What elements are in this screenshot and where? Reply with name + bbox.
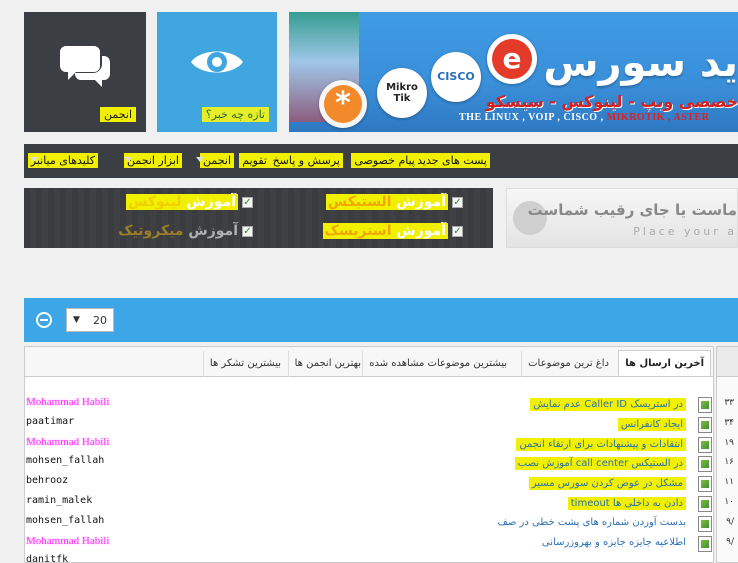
promo-asterisk[interactable]: آموزش استریسک [322, 223, 448, 239]
thread-icon [698, 397, 712, 413]
row-reply-count: ۱۶ [724, 457, 734, 468]
menu-forum[interactable]: انجمن [200, 153, 234, 168]
checkbox-icon: ✓ [452, 226, 463, 237]
chevron-down-icon [124, 157, 132, 162]
banner-slogan: THE LINUX , VOIP , CISCO , MIKROTIK , AS… [459, 112, 710, 123]
row-topic-link[interactable]: ایجاد کانفرانس [617, 417, 686, 431]
widget-header-bar: ▼ 20 [24, 298, 738, 342]
thread-icon [698, 416, 712, 433]
row-topic-link[interactable]: آموزش نصب call center در الستیکس [514, 457, 686, 471]
tab-top-forums[interactable]: بهترین انجمن ها [287, 351, 367, 377]
row-reply-count: ۱۰ [724, 497, 734, 507]
ad-placeholder[interactable]: ماست یا جای رقیب شماست Place your a [506, 188, 738, 248]
forum-tile[interactable]: انجمن [24, 12, 146, 132]
banner-subtitle: خصصی ویپ - لینوکس - سیسکو [485, 92, 738, 111]
thread-icon [698, 456, 712, 473]
asterisk-logo: * [319, 80, 367, 128]
menu-forum-tools[interactable]: ابزار انجمن [123, 153, 182, 168]
cisco-logo: CISCO [431, 52, 481, 102]
promo-elastix[interactable]: آموزش الستیکس [325, 194, 448, 210]
thread-icon [698, 535, 712, 552]
tab-most-viewed[interactable]: بیشترین موضوعات مشاهده شده [362, 351, 513, 377]
main-menu-bar: پست های جدید پیام خصوصی پرسش و پاسخ تقوی… [24, 144, 738, 178]
row-reply-count: ۳۴ [724, 417, 734, 428]
row-username[interactable]: mohsen_fallah [26, 455, 104, 466]
thread-icon [698, 515, 712, 532]
caret-down-icon: ▼ [73, 315, 80, 325]
count-column [716, 346, 738, 563]
checkbox-icon: ✓ [452, 197, 463, 208]
promo-row-1: آموزش الستیکس ✓ [325, 194, 463, 210]
forum-tile-label[interactable]: انجمن [100, 107, 136, 122]
menu-private-messages[interactable]: پیام خصوصی [351, 153, 418, 168]
row-reply-count: ۹/ [726, 516, 734, 527]
row-username[interactable]: Mohammad Habili [26, 396, 109, 408]
row-topic-link[interactable]: اطلاعیه جایزه جایزه و بهروزرسانی [542, 537, 686, 548]
site-banner[interactable]: * Mikro Tik CISCO e ید سورس خصصی ویپ - ل… [289, 12, 738, 132]
row-topic-link[interactable]: عدم نمایش Caller ID در استریسک [530, 398, 686, 411]
tab-most-thanked[interactable]: بیشترین تشکر ها [202, 351, 287, 377]
tab-hot-topics[interactable]: داغ ترین موضوعات [521, 351, 615, 377]
promo-mikrotik-row: آموزش میکروتیک ✓ [118, 223, 253, 239]
promo-linux-row: آموزش لینوکس ✓ [126, 194, 253, 210]
row-reply-count: ۹/ [726, 536, 734, 547]
chevron-down-icon [30, 157, 38, 162]
mikrotik-logo: Mikro Tik [377, 68, 427, 118]
row-topic-link[interactable]: بدست آوردن شماره های پشت خطی در صف [497, 517, 686, 528]
checkbox-icon: ✓ [242, 226, 253, 237]
row-username[interactable]: behrooz [26, 475, 68, 486]
row-topic-link[interactable]: timeout دادن به داخلی ها [567, 497, 686, 510]
chevron-down-icon [196, 157, 204, 162]
row-username[interactable]: Mohammad Habili [26, 535, 109, 547]
row-reply-count: ۳۳ [724, 398, 734, 408]
thread-icon [698, 476, 712, 493]
row-username[interactable]: paatimar [26, 416, 74, 427]
row-reply-count: ۱۹ [724, 437, 734, 448]
elastix-logo: e [487, 34, 537, 84]
panel-tabs: آخرین ارسال ها داغ ترین موضوعات بیشترین … [25, 347, 713, 377]
thread-icon [698, 496, 712, 512]
ad-line-2: Place your a [633, 225, 737, 238]
tab-latest-posts[interactable]: آخرین ارسال ها [618, 350, 711, 376]
whats-new-tile-label[interactable]: تازه چه خبر؟ [201, 107, 269, 122]
menu-new-posts[interactable]: پست های جدید [414, 153, 490, 168]
checkbox-icon: ✓ [242, 197, 253, 208]
ad-line-1: ماست یا جای رقیب شماست [527, 201, 737, 219]
latest-posts-panel: آخرین ارسال ها داغ ترین موضوعات بیشترین … [24, 346, 714, 563]
eye-icon [191, 51, 243, 73]
row-topic-link[interactable]: مشکل در عوض کردن سورس مسیر [528, 477, 686, 491]
row-reply-count: ۱۱ [724, 477, 734, 488]
menu-q-and-a[interactable]: پرسش و پاسخ [269, 153, 343, 168]
row-topic-link[interactable]: انتقادات و پیشنهادات برای ارتقاء انجمن [516, 437, 686, 451]
row-username[interactable]: ramin_malek [26, 495, 92, 506]
count-column-header [717, 347, 738, 377]
collapse-icon[interactable] [36, 312, 52, 328]
menu-shortcuts[interactable]: کلیدهای میانبر [27, 153, 98, 168]
banner-title: ید سورس [543, 40, 738, 86]
promo-linux[interactable]: آموزش لینوکس [126, 194, 238, 210]
promo-row-2: آموزش استریسک ✓ [322, 223, 463, 239]
row-username[interactable]: danitfk [26, 554, 68, 563]
whats-new-tile[interactable]: تازه چه خبر؟ [157, 12, 277, 132]
menu-calendar[interactable]: تقویم [239, 153, 270, 168]
tutorials-promo[interactable]: آموزش الستیکس ✓ آموزش لینوکس ✓ آموزش استری… [24, 188, 493, 248]
chat-bubbles-icon [60, 46, 110, 87]
thread-icon [698, 436, 712, 453]
per-page-select[interactable]: ▼ 20 [66, 308, 114, 332]
row-username[interactable]: Mohammad Habili [26, 436, 109, 448]
promo-mikrotik[interactable]: آموزش میکروتیک [118, 223, 238, 239]
row-username[interactable]: mohsen_fallah [26, 515, 104, 526]
